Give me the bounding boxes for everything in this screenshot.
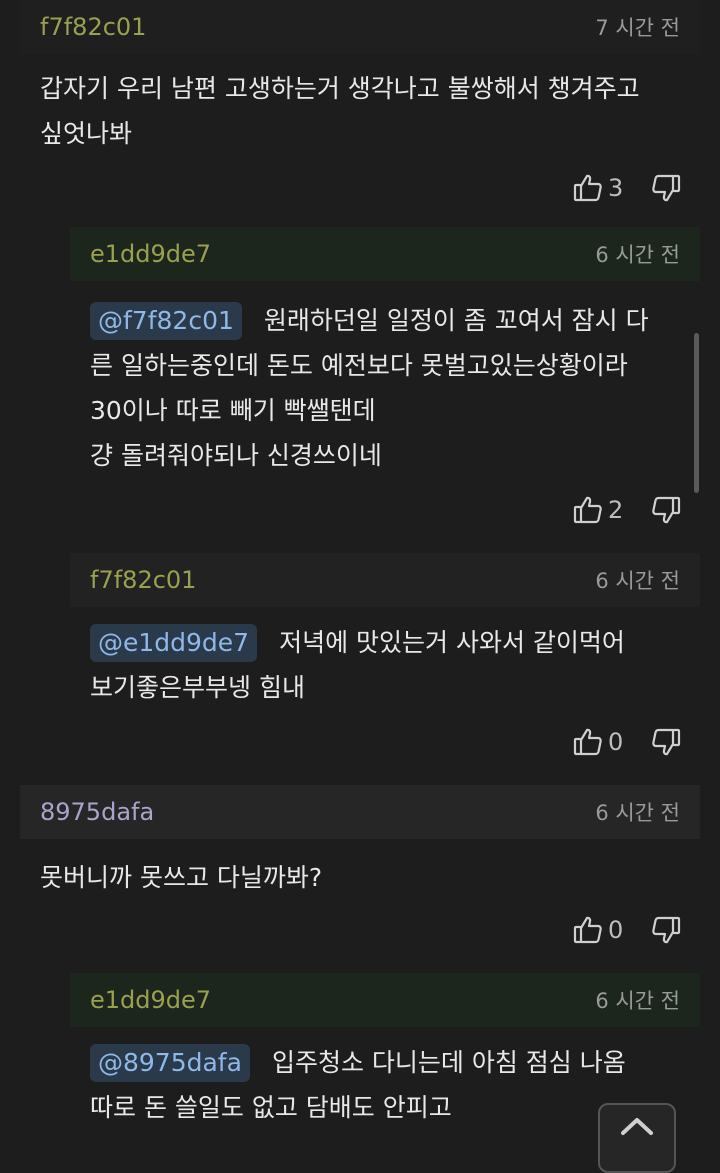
comment-text: 갑자기 우리 남편 고생하는거 생각나고 불쌍해서 챙겨주고 싶엇나봐 (40, 74, 640, 148)
thumbs-down-icon[interactable] (650, 726, 682, 758)
thumbs-up-icon[interactable] (572, 726, 604, 758)
comment-author[interactable]: e1dd9de7 (90, 986, 211, 1014)
thumbs-up-icon[interactable] (572, 172, 604, 204)
comment-timestamp: 6 시간 전 (595, 801, 680, 825)
comment-timestamp: 6 시간 전 (595, 569, 680, 593)
comment-timestamp: 7 시간 전 (595, 16, 680, 40)
thumbs-down-icon[interactable] (650, 494, 682, 526)
scrollbar[interactable] (694, 333, 699, 493)
vote-actions: 2 (572, 490, 682, 530)
comment-timestamp: 6 시간 전 (595, 989, 680, 1013)
like-count: 0 (608, 728, 624, 756)
comment-author[interactable]: f7f82c01 (40, 13, 146, 41)
vote-actions: 3 (572, 168, 682, 208)
thumbs-down-icon[interactable] (650, 172, 682, 204)
comment-header: 8975dafa 6 시간 전 (20, 785, 700, 839)
like-count: 2 (608, 496, 624, 524)
scroll-to-top-button[interactable] (598, 1103, 676, 1173)
comment-header: e1dd9de7 6 시간 전 (70, 227, 700, 281)
vote-actions: 0 (572, 910, 682, 950)
comment-header: e1dd9de7 6 시간 전 (70, 973, 700, 1027)
comment-author[interactable]: f7f82c01 (90, 566, 196, 594)
comment-header: f7f82c01 6 시간 전 (70, 553, 700, 607)
comment-header: f7f82c01 7 시간 전 (20, 0, 700, 54)
mention-tag[interactable]: @f7f82c01 (90, 302, 242, 340)
thumbs-up-icon[interactable] (572, 914, 604, 946)
like-count: 3 (608, 174, 624, 202)
vote-actions: 0 (572, 722, 682, 762)
mention-tag[interactable]: @8975dafa (90, 1044, 250, 1082)
thumbs-up-icon[interactable] (572, 494, 604, 526)
comment-text: 못버니까 못쓰고 다닐까봐? (40, 863, 323, 892)
comment-timestamp: 6 시간 전 (595, 243, 680, 267)
chevron-up-icon (619, 1115, 655, 1171)
mention-tag[interactable]: @e1dd9de7 (90, 624, 258, 662)
comment-text: @e1dd9de7 저녁에 맛있는거 사와서 같이먹어 보기좋은부부넹 힘내 (90, 620, 690, 710)
comment-author[interactable]: 8975dafa (40, 798, 154, 826)
thumbs-down-icon[interactable] (650, 914, 682, 946)
like-count: 0 (608, 916, 624, 944)
comment-author[interactable]: e1dd9de7 (90, 240, 211, 268)
comment-text: @f7f82c01 원래하던일 일정이 좀 꼬여서 잠시 다 른 일하는중인데 돈… (90, 298, 690, 478)
